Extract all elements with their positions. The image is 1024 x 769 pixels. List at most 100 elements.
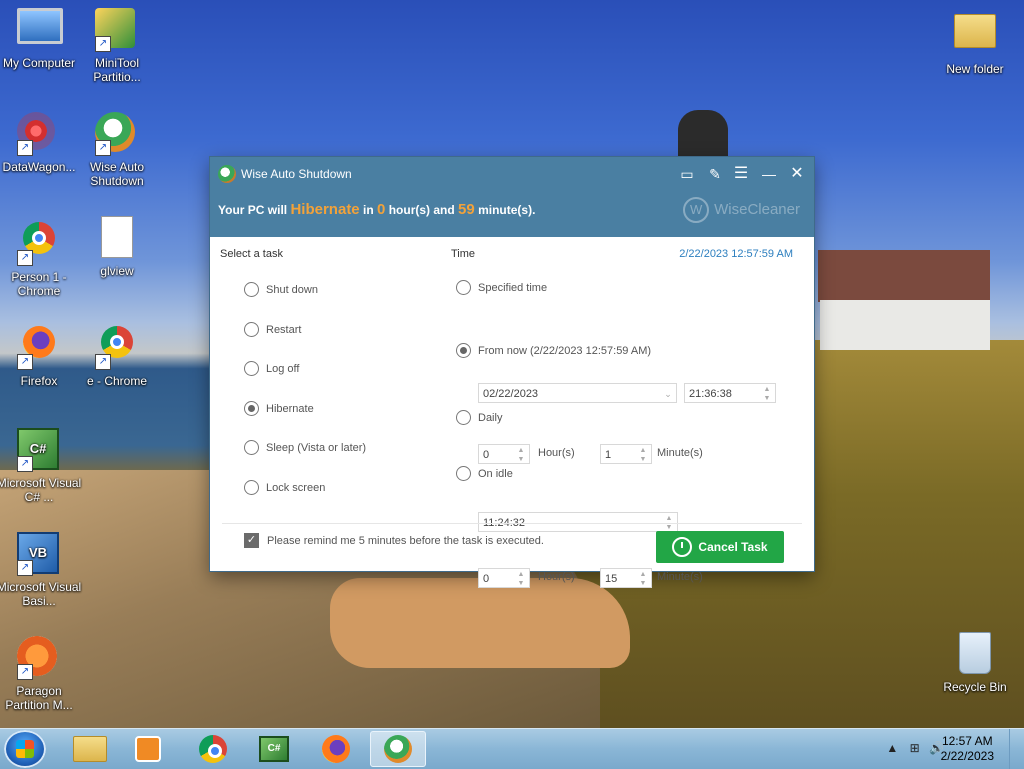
option-from-now[interactable]: From now (2/22/2023 12:57:59 AM) <box>456 343 651 358</box>
spinner-icon[interactable]: ▲ ▼ <box>638 446 648 464</box>
task-lock-screen[interactable]: Lock screen <box>244 480 325 495</box>
desktop-icon-e-chrome[interactable]: ↗ e - Chrome <box>74 320 160 388</box>
firefox-icon: ↗ <box>17 326 61 370</box>
task-shut-down[interactable]: Shut down <box>244 282 318 297</box>
title-bar[interactable]: Wise Auto Shutdown ▭ ✎ ☰ — ✕ Your PC wil… <box>210 157 814 237</box>
brand-text: WiseCleaner <box>714 201 800 218</box>
minutes-value: 15 <box>605 573 618 585</box>
desktop-icon-visual-csharp[interactable]: C# ↗ Microsoft Visual C# ... <box>0 428 82 504</box>
option-daily[interactable]: Daily <box>456 410 502 425</box>
taskbar-visual-csharp[interactable]: C# <box>246 731 302 767</box>
spinner-icon[interactable]: ▲ ▼ <box>516 446 526 464</box>
idle-hours-input[interactable]: 0 ▲ ▼ <box>478 568 530 588</box>
task-label: Restart <box>266 323 302 336</box>
status-minutes-text: minute(s). <box>478 203 536 217</box>
desktop-icon-label: Wise Auto Shutdown <box>89 160 145 188</box>
desktop-icon-new-folder[interactable]: New folder <box>932 8 1018 76</box>
radio-button[interactable] <box>244 480 259 495</box>
wise-auto-shutdown-icon <box>384 735 412 763</box>
status-prefix: Your PC will <box>218 203 288 217</box>
taskbar-media-player[interactable] <box>120 731 176 767</box>
edit-icon[interactable]: ✎ <box>704 163 726 185</box>
clock-time: 12:57 AM <box>941 734 993 748</box>
close-icon[interactable]: ✕ <box>786 163 808 185</box>
desktop-icon-datawagon[interactable]: ↗ DataWagon... <box>0 112 82 174</box>
wisecleaner-icon: W <box>683 197 710 223</box>
start-button[interactable] <box>4 730 46 768</box>
window-body: Select a task Shut down Restart Log off … <box>210 237 814 588</box>
spinner-icon[interactable]: ▲ ▼ <box>762 385 772 403</box>
reminder-checkbox[interactable]: ✓ <box>244 533 259 548</box>
task-sleep[interactable]: Sleep (Vista or later) <box>244 440 366 455</box>
taskbar-explorer[interactable] <box>62 731 118 767</box>
status-hours: 0 <box>377 201 386 218</box>
taskbar-wise-auto-shutdown[interactable] <box>370 731 426 767</box>
radio-button[interactable] <box>244 322 259 337</box>
visual-csharp-icon: C# ↗ <box>17 428 61 472</box>
minimize-icon[interactable]: — <box>758 163 780 185</box>
hours-unit: Hour(s) <box>538 571 575 583</box>
option-on-idle[interactable]: On idle <box>456 466 513 481</box>
desktop-icon-my-computer[interactable]: My Computer <box>0 8 82 70</box>
taskbar-firefox[interactable] <box>308 731 364 767</box>
desktop-icon-recycle-bin[interactable]: Recycle Bin <box>932 632 1018 694</box>
desktop-icon-label: DataWagon... <box>2 160 76 174</box>
time-title: Time <box>451 248 476 260</box>
desktop-icon-label: Person 1 - Chrome <box>11 270 67 298</box>
show-desktop-button[interactable] <box>1009 729 1024 769</box>
desktop-icon-wise-auto-shutdown[interactable]: ↗ Wise Auto Shutdown <box>74 112 160 188</box>
radio-button[interactable] <box>244 361 259 376</box>
desktop-icon-label: Firefox <box>20 374 58 388</box>
spinner-icon[interactable]: ▲ ▼ <box>638 570 648 588</box>
taskbar-chrome[interactable] <box>185 731 241 767</box>
feedback-icon[interactable]: ▭ <box>676 163 698 185</box>
desktop-icon-label: Paragon Partition M... <box>5 684 73 712</box>
option-label: On idle <box>478 467 513 480</box>
option-specified-time[interactable]: Specified time <box>456 280 547 295</box>
cancel-task-button[interactable]: Cancel Task <box>656 531 784 563</box>
radio-button-selected[interactable] <box>244 401 259 416</box>
computer-icon <box>17 8 63 52</box>
clock[interactable]: 12:57 AM 2/22/2023 <box>941 734 994 764</box>
desktop-icon-person1-chrome[interactable]: ↗ Person 1 - Chrome <box>0 216 82 298</box>
radio-button[interactable] <box>456 410 471 425</box>
menu-icon[interactable]: ☰ <box>730 163 752 185</box>
task-hibernate[interactable]: Hibernate <box>244 401 314 416</box>
desktop-icon-paragon[interactable]: ↗ Paragon Partition M... <box>0 636 82 712</box>
date-picker[interactable]: 02/22/2023 ⌄ <box>478 383 677 403</box>
desktop-icon-label: New folder <box>946 62 1004 76</box>
radio-button-selected[interactable] <box>456 343 471 358</box>
specified-time-field[interactable]: 21:36:38 ▲ ▼ <box>684 383 776 403</box>
task-label: Hibernate <box>266 402 314 415</box>
from-now-hours-input[interactable]: 0 ▲ ▼ <box>478 444 530 464</box>
minutes-value: 1 <box>605 449 612 461</box>
task-log-off[interactable]: Log off <box>244 361 299 376</box>
folder-icon <box>73 736 107 762</box>
daily-time-field[interactable]: 11:24:32 ▲ ▼ <box>478 512 678 532</box>
radio-button[interactable] <box>244 282 259 297</box>
radio-button[interactable] <box>456 280 471 295</box>
desktop-icon-firefox[interactable]: ↗ Firefox <box>0 320 82 388</box>
show-hidden-icons-icon[interactable]: ▲ <box>886 741 898 755</box>
chevron-down-icon[interactable]: ⌄ <box>663 385 673 403</box>
desktop-icon-label: e - Chrome <box>86 374 148 388</box>
task-label: Sleep (Vista or later) <box>266 441 367 454</box>
desktop-icon-glview[interactable]: glview <box>74 216 160 278</box>
task-restart[interactable]: Restart <box>244 322 301 337</box>
recycle-bin-icon <box>953 632 997 676</box>
desktop-icon-label: Recycle Bin <box>943 680 1007 694</box>
radio-button[interactable] <box>244 440 259 455</box>
desktop-icon-minitool[interactable]: ↗ MiniTool Partitio... <box>74 8 160 84</box>
network-icon[interactable]: ⊞ <box>910 741 920 755</box>
desktop-icon-label: Microsoft Visual Basi... <box>0 580 82 608</box>
wise-auto-shutdown-window: Wise Auto Shutdown ▭ ✎ ☰ — ✕ Your PC wil… <box>210 157 814 588</box>
status-minutes: 59 <box>458 201 475 218</box>
desktop-icon-visual-basic[interactable]: VB ↗ Microsoft Visual Basi... <box>0 532 82 608</box>
radio-button[interactable] <box>456 466 471 481</box>
divider <box>222 523 802 524</box>
spinner-icon[interactable]: ▲ ▼ <box>516 570 526 588</box>
from-now-minutes-input[interactable]: 1 ▲ ▼ <box>600 444 652 464</box>
task-label: Lock screen <box>266 481 326 494</box>
idle-minutes-input[interactable]: 15 ▲ ▼ <box>600 568 652 588</box>
select-task-title: Select a task <box>220 248 283 260</box>
